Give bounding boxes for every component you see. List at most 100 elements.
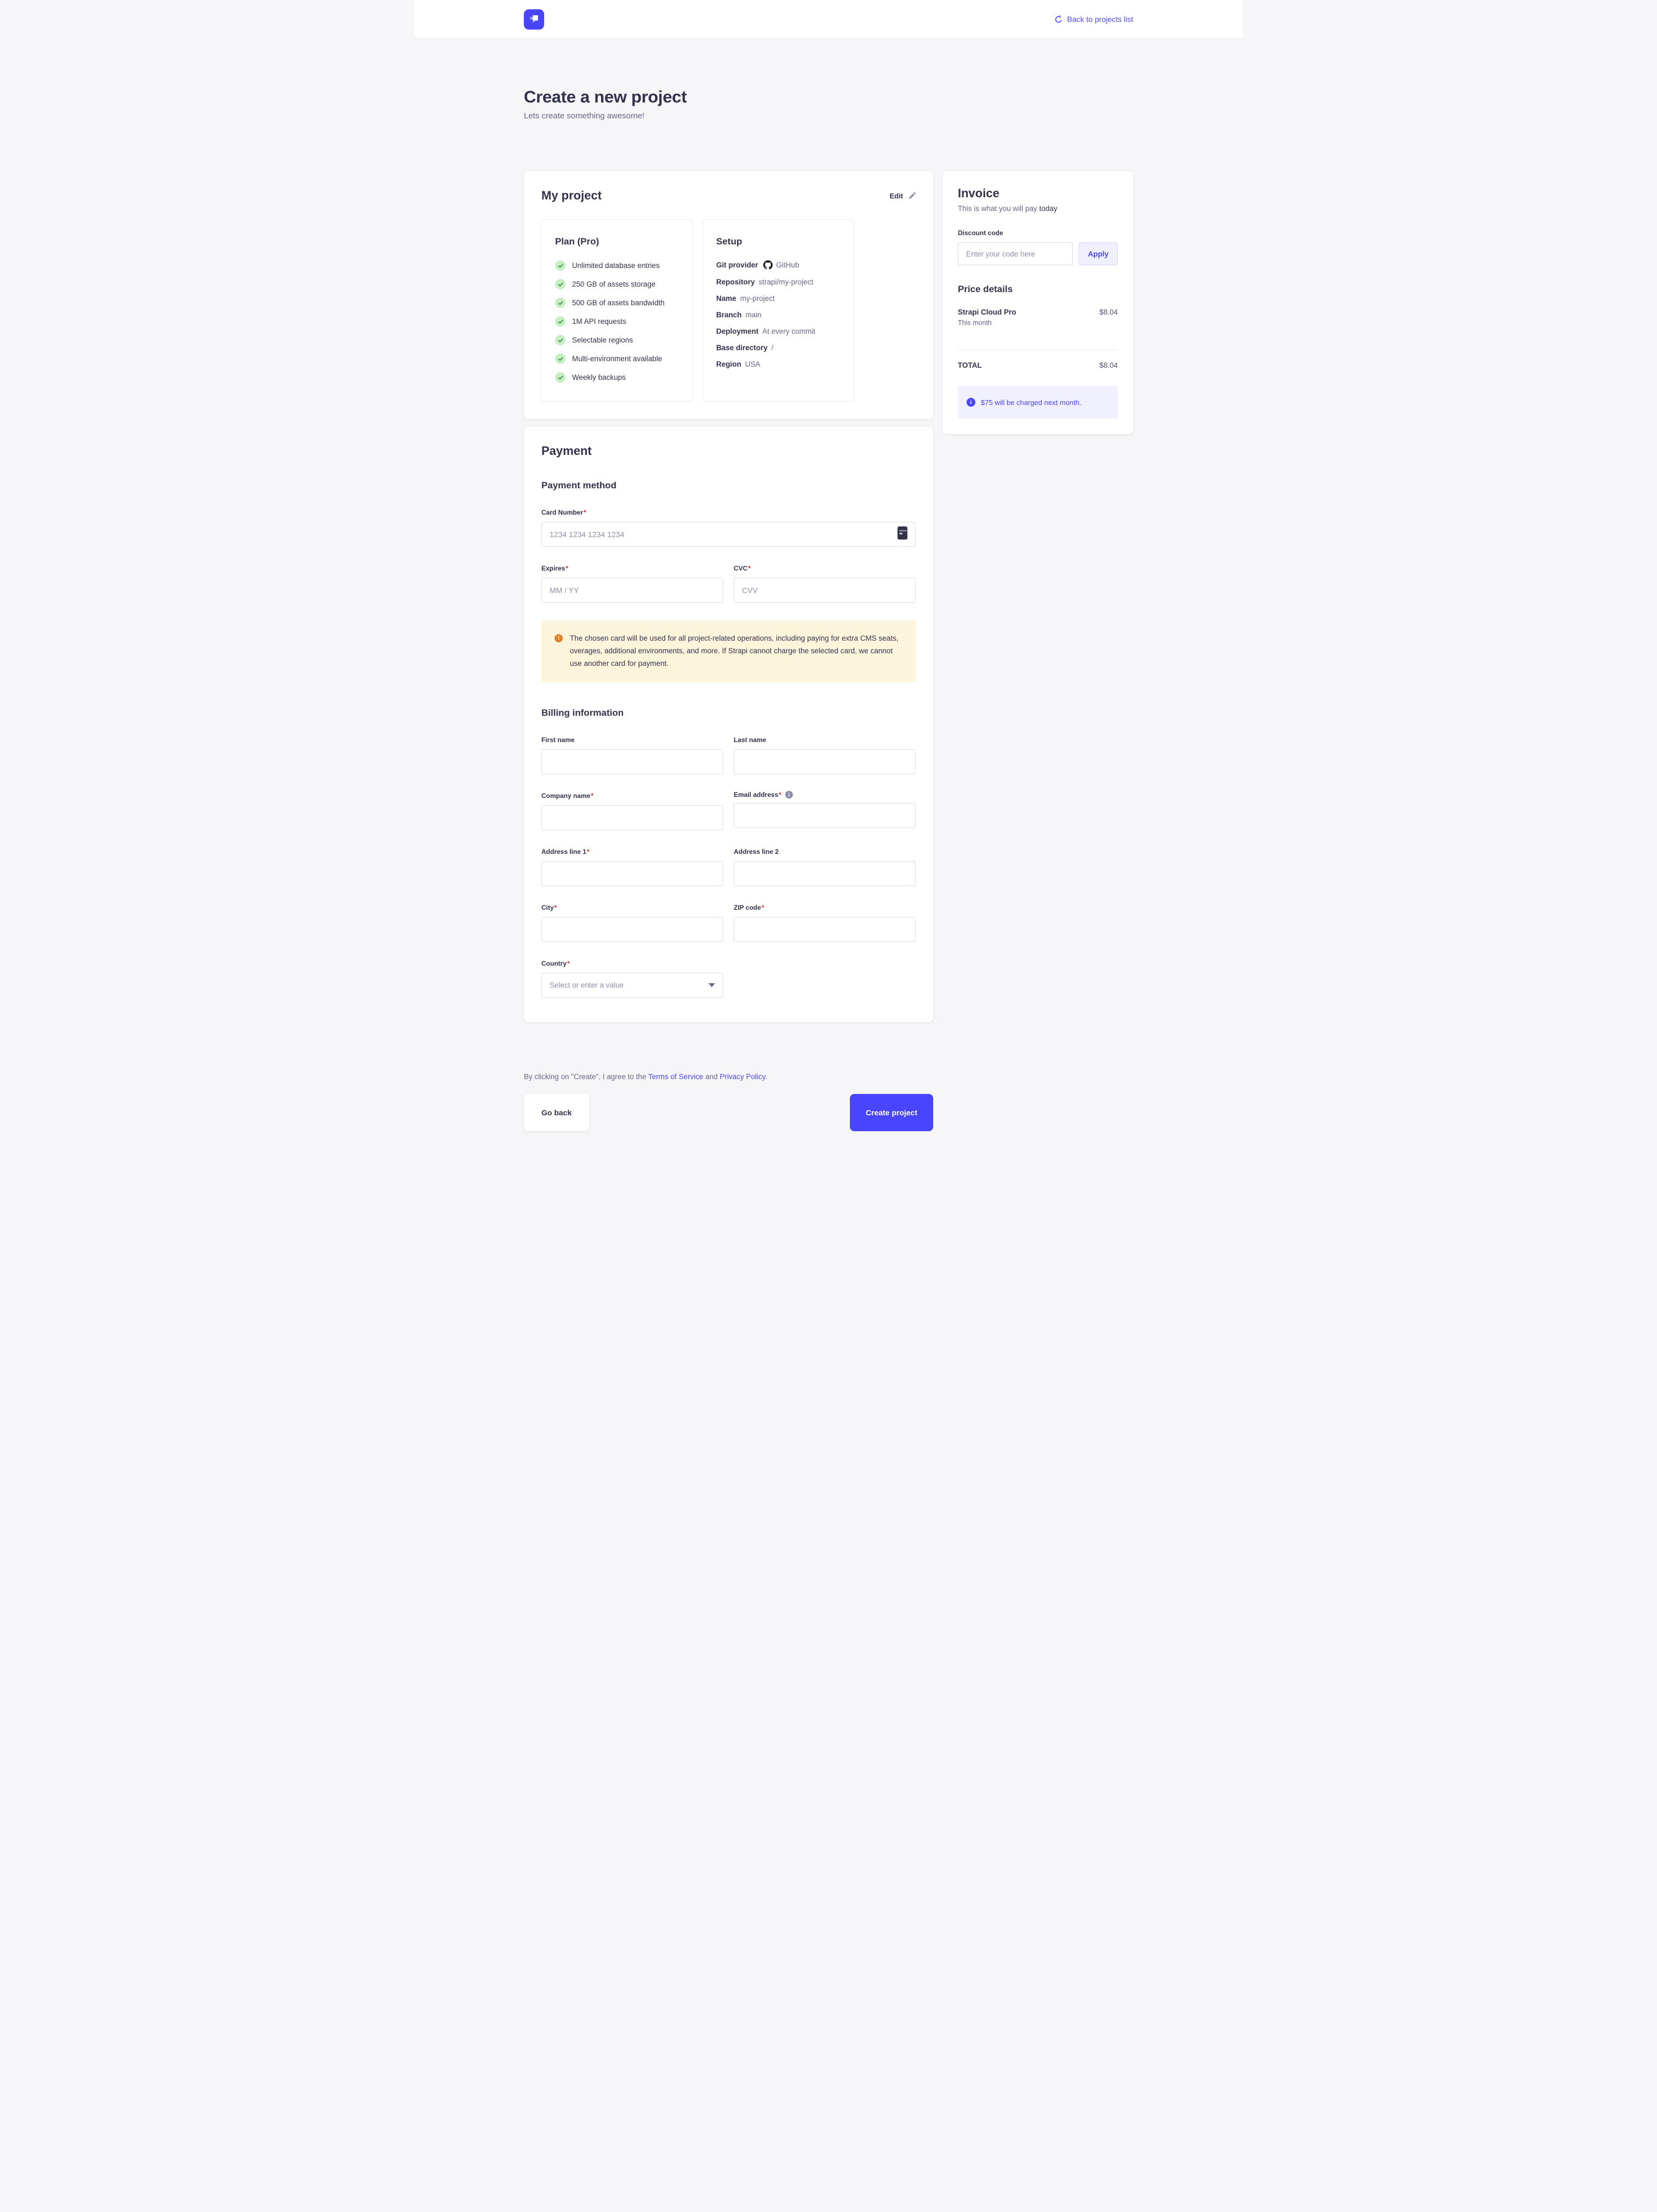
- apply-discount-button[interactable]: Apply: [1078, 242, 1118, 265]
- top-header-bar: Back to projects list: [414, 0, 1243, 39]
- email-field: Email address: [734, 791, 916, 830]
- plan-feature-label: 500 GB of assets bandwidth: [572, 299, 665, 307]
- plan-feature: Multi-environment available: [555, 354, 679, 364]
- expires-label: Expires: [541, 565, 568, 572]
- back-arrow-icon: [1054, 15, 1062, 24]
- check-icon: [555, 335, 565, 345]
- first-name-input[interactable]: [541, 749, 723, 774]
- cvc-field: CVC: [734, 563, 916, 603]
- warning-text: The chosen card will be used for all pro…: [570, 632, 902, 670]
- back-link-label: Back to projects list: [1067, 15, 1133, 24]
- terms-of-service-link[interactable]: Terms of Service: [648, 1073, 704, 1081]
- zip-code-input[interactable]: [734, 917, 916, 942]
- github-icon: [763, 260, 773, 270]
- address-line1-label: Address line 1: [541, 848, 590, 856]
- page-title: Create a new project: [524, 87, 1133, 107]
- zip-code-label: ZIP code: [734, 904, 764, 911]
- plan-feature-label: Unlimited database entries: [572, 261, 660, 270]
- card-usage-warning: The chosen card will be used for all pro…: [541, 620, 916, 682]
- email-label: Email address: [734, 791, 781, 799]
- card-number-input[interactable]: [541, 522, 916, 547]
- my-project-title: My project: [541, 189, 602, 203]
- check-icon: [555, 260, 565, 271]
- plan-feature-list: Unlimited database entries 250 GB of ass…: [555, 260, 679, 383]
- plan-title: Plan (Pro): [555, 236, 679, 247]
- setup-row-deployment: Deployment At every commit: [716, 327, 841, 335]
- company-name-label: Company name: [541, 792, 593, 800]
- create-project-button[interactable]: Create project: [850, 1094, 933, 1131]
- credit-card-icon: [897, 526, 908, 543]
- plan-feature-label: Multi-environment available: [572, 355, 662, 363]
- discount-code-block: Discount code Apply: [958, 228, 1118, 265]
- cvc-input[interactable]: [734, 578, 916, 603]
- company-name-field: Company name: [541, 791, 723, 830]
- setup-row-git-provider: Git provider GitHub: [716, 260, 841, 270]
- edit-project-button[interactable]: Edit: [889, 192, 916, 200]
- price-line-item: Strapi Cloud Pro This month $8.04: [958, 308, 1118, 327]
- plan-feature-label: Weekly backups: [572, 373, 626, 381]
- my-project-card: My project Edit Plan (Pro): [524, 171, 933, 419]
- pencil-icon: [908, 192, 916, 199]
- terms-agreement-text: By clicking on "Create", I agree to the …: [524, 1073, 1133, 1081]
- plan-feature-label: 250 GB of assets storage: [572, 280, 655, 288]
- strapi-logo-mark: [529, 14, 540, 25]
- plan-feature: 1M API requests: [555, 316, 679, 327]
- plan-feature: 500 GB of assets bandwidth: [555, 298, 679, 308]
- invoice-subtitle-today: today: [1039, 204, 1058, 213]
- email-info-icon: [785, 791, 793, 799]
- chevron-down-icon: [708, 983, 715, 987]
- expires-input[interactable]: [541, 578, 723, 603]
- discount-code-input[interactable]: [958, 242, 1073, 265]
- go-back-button[interactable]: Go back: [524, 1094, 589, 1131]
- check-icon: [555, 372, 565, 383]
- cvc-label: CVC: [734, 565, 751, 572]
- country-field: Country Select or enter a value: [541, 959, 723, 998]
- email-input[interactable]: [734, 803, 916, 828]
- price-details-title: Price details: [958, 284, 1118, 295]
- warning-icon: [555, 634, 563, 642]
- setup-box: Setup Git provider GitHub Repository: [702, 219, 854, 402]
- total-label: TOTAL: [958, 361, 982, 369]
- card-number-label: Card Number: [541, 509, 586, 516]
- expires-field: Expires: [541, 563, 723, 603]
- last-name-input[interactable]: [734, 749, 916, 774]
- plan-feature: Selectable regions: [555, 335, 679, 345]
- plan-feature: 250 GB of assets storage: [555, 279, 679, 289]
- plan-box: Plan (Pro) Unlimited database entries 25…: [541, 219, 693, 402]
- invoice-subtitle: This is what you will pay today: [958, 204, 1118, 213]
- card-number-field: Card Number: [541, 508, 916, 547]
- country-label: Country: [541, 960, 570, 967]
- plan-feature-label: Selectable regions: [572, 336, 633, 344]
- note-text: $75 will be charged next month.: [981, 398, 1082, 407]
- info-icon: [967, 398, 975, 407]
- edit-label: Edit: [889, 192, 903, 200]
- discount-code-label: Discount code: [958, 229, 1003, 237]
- city-input[interactable]: [541, 917, 723, 942]
- country-select[interactable]: Select or enter a value: [541, 973, 723, 998]
- setup-row-branch: Branch main: [716, 311, 841, 319]
- setup-title: Setup: [716, 236, 841, 247]
- page-subtitle: Lets create something awesome!: [524, 111, 1133, 121]
- address-line2-input[interactable]: [734, 861, 916, 886]
- city-label: City: [541, 904, 557, 911]
- price-item-amount: $8.04: [1099, 308, 1118, 316]
- setup-row-region: Region USA: [716, 360, 841, 368]
- privacy-policy-link[interactable]: Privacy Policy: [720, 1073, 765, 1081]
- setup-row-base-directory: Base directory /: [716, 344, 841, 352]
- back-to-projects-link[interactable]: Back to projects list: [1054, 15, 1133, 24]
- total-amount: $8.04: [1099, 361, 1118, 369]
- address-line1-input[interactable]: [541, 861, 723, 886]
- price-item-period: This month: [958, 319, 1016, 327]
- price-item-name: Strapi Cloud Pro: [958, 308, 1016, 316]
- plan-feature: Unlimited database entries: [555, 260, 679, 271]
- company-name-input[interactable]: [541, 805, 723, 830]
- check-icon: [555, 316, 565, 327]
- total-row: TOTAL $8.04: [958, 361, 1118, 369]
- check-icon: [555, 354, 565, 364]
- first-name-field: First name: [541, 735, 723, 774]
- address-line2-field: Address line 2: [734, 847, 916, 886]
- plan-feature-label: 1M API requests: [572, 317, 626, 326]
- check-icon: [555, 279, 565, 289]
- country-select-placeholder: Select or enter a value: [550, 981, 624, 989]
- zip-code-field: ZIP code: [734, 903, 916, 942]
